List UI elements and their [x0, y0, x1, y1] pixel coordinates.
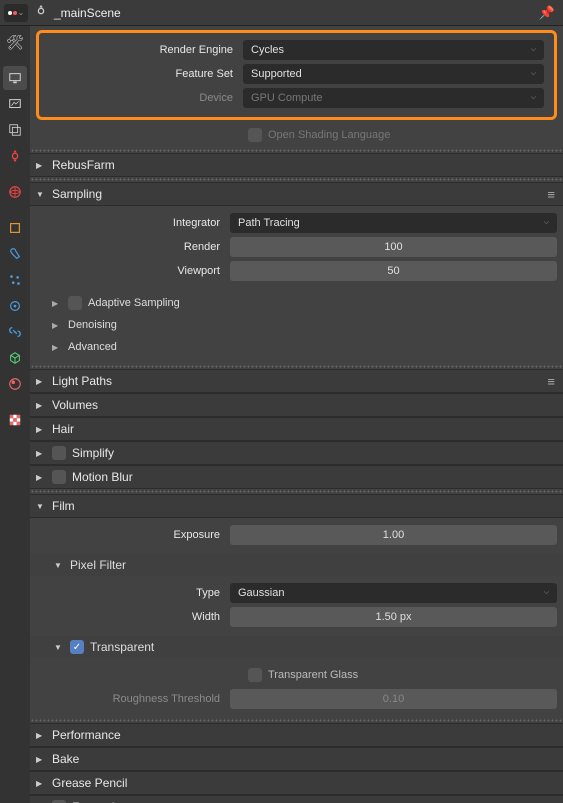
scene-name: _mainScene [54, 6, 533, 20]
render-engine-label: Render Engine [43, 44, 243, 56]
tab-scene-icon[interactable] [3, 144, 27, 168]
panel-film-body: Exposure 1.00 ▼ Pixel Filter Type Gaussi… [30, 518, 563, 718]
editor-type-dropdown[interactable]: ⌄ [4, 4, 28, 22]
tab-material-icon[interactable] [3, 372, 27, 396]
panel-sampling[interactable]: ▼ Sampling ≡ [30, 182, 563, 206]
tab-data-icon[interactable] [3, 346, 27, 370]
integrator-dropdown[interactable]: Path Tracing⌵ [230, 213, 557, 233]
panel-performance[interactable]: ▶ Performance [30, 723, 563, 747]
panel-sampling-body: Integrator Path Tracing⌵ Render 100 View… [30, 206, 563, 364]
chevron-down-icon: ⌵ [531, 94, 536, 102]
roughness-threshold-label: Roughness Threshold [30, 693, 230, 705]
chevron-right-icon: ▶ [36, 449, 46, 458]
properties-tabs-sidebar: 🛠 [0, 26, 30, 803]
chevron-right-icon: ▶ [52, 299, 62, 308]
tab-texture-icon[interactable] [3, 408, 27, 432]
viewport-samples-label: Viewport [30, 265, 230, 277]
filter-type-label: Type [30, 587, 230, 599]
chevron-down-icon: ⌵ [544, 219, 549, 227]
subpanel-pixel-filter[interactable]: ▼ Pixel Filter [30, 554, 563, 576]
scene-icon [34, 4, 48, 21]
adaptive-sampling-checkbox[interactable] [68, 296, 82, 310]
panel-rebusfarm[interactable]: ▶ RebusFarm [30, 153, 563, 177]
panel-light-paths[interactable]: ▶ Light Paths ≡ [30, 369, 563, 393]
device-label: Device [43, 92, 243, 104]
subpanel-advanced[interactable]: ▶ Advanced [30, 336, 563, 358]
tab-tool-icon[interactable]: 🛠 [3, 30, 27, 54]
panel-volumes[interactable]: ▶ Volumes [30, 393, 563, 417]
device-dropdown[interactable]: GPU Compute⌵ [243, 88, 544, 108]
chevron-down-icon: ▼ [54, 643, 64, 652]
filter-width-field[interactable]: 1.50 px [230, 607, 557, 627]
tab-world-icon[interactable] [3, 180, 27, 204]
chevron-down-icon: ⌵ [531, 46, 536, 54]
chevron-right-icon: ▶ [52, 321, 62, 330]
pin-icon[interactable]: 📌 [539, 5, 555, 21]
chevron-down-icon: ▼ [36, 502, 46, 511]
subpanel-adaptive-sampling[interactable]: ▶ Adaptive Sampling [30, 292, 563, 314]
properties-header: ⌄ _mainScene 📌 [0, 0, 563, 26]
panel-grease-pencil[interactable]: ▶ Grease Pencil [30, 771, 563, 795]
chevron-right-icon: ▶ [36, 779, 46, 788]
subpanel-transparent[interactable]: ▼ Transparent [30, 636, 563, 658]
roughness-threshold-field[interactable]: 0.10 [230, 689, 557, 709]
panel-film[interactable]: ▼ Film [30, 494, 563, 518]
chevron-down-icon: ⌵ [544, 589, 549, 597]
chevron-right-icon: ▶ [36, 401, 46, 410]
chevron-down-icon: ▼ [36, 190, 46, 199]
chevron-right-icon: ▶ [36, 755, 46, 764]
transparent-checkbox[interactable] [70, 640, 84, 654]
panel-bake[interactable]: ▶ Bake [30, 747, 563, 771]
filter-type-dropdown[interactable]: Gaussian⌵ [230, 583, 557, 603]
transparent-glass-checkbox[interactable] [248, 668, 262, 682]
exposure-field[interactable]: 1.00 [230, 525, 557, 545]
tab-object-icon[interactable] [3, 216, 27, 240]
motion-blur-checkbox[interactable] [52, 470, 66, 484]
osl-checkbox[interactable] [248, 128, 262, 142]
panel-hair[interactable]: ▶ Hair [30, 417, 563, 441]
filter-width-label: Width [30, 611, 230, 623]
chevron-down-icon: ▼ [54, 561, 64, 570]
subpanel-denoising[interactable]: ▶ Denoising [30, 314, 563, 336]
panel-freestyle[interactable]: ▶ Freestyle [30, 795, 563, 803]
render-engine-dropdown[interactable]: Cycles⌵ [243, 40, 544, 60]
chevron-right-icon: ▶ [36, 473, 46, 482]
chevron-right-icon: ▶ [36, 425, 46, 434]
transparent-glass-label: Transparent Glass [268, 669, 358, 681]
chevron-right-icon: ▶ [36, 161, 46, 170]
tab-particles-icon[interactable] [3, 268, 27, 292]
chevron-down-icon: ⌵ [531, 70, 536, 78]
integrator-label: Integrator [30, 217, 230, 229]
tab-viewlayer-icon[interactable] [3, 118, 27, 142]
render-properties-panel: Render Engine Cycles⌵ Feature Set Suppor… [30, 26, 563, 803]
preset-list-icon[interactable]: ≡ [547, 187, 555, 202]
chevron-right-icon: ▶ [36, 377, 46, 386]
tab-render-icon[interactable] [3, 66, 27, 90]
tab-output-icon[interactable] [3, 92, 27, 116]
chevron-right-icon: ▶ [52, 343, 62, 352]
highlight-box: Render Engine Cycles⌵ Feature Set Suppor… [36, 30, 557, 120]
exposure-label: Exposure [30, 529, 230, 541]
osl-label: Open Shading Language [268, 129, 390, 141]
tab-modifier-icon[interactable] [3, 242, 27, 266]
simplify-checkbox[interactable] [52, 446, 66, 460]
panel-simplify[interactable]: ▶ Simplify [30, 441, 563, 465]
chevron-right-icon: ▶ [36, 731, 46, 740]
feature-set-dropdown[interactable]: Supported⌵ [243, 64, 544, 84]
panel-motion-blur[interactable]: ▶ Motion Blur [30, 465, 563, 489]
feature-set-label: Feature Set [43, 68, 243, 80]
tab-constraints-icon[interactable] [3, 320, 27, 344]
render-samples-label: Render [30, 241, 230, 253]
preset-list-icon[interactable]: ≡ [547, 374, 555, 389]
viewport-samples-field[interactable]: 50 [230, 261, 557, 281]
render-samples-field[interactable]: 100 [230, 237, 557, 257]
tab-physics-icon[interactable] [3, 294, 27, 318]
